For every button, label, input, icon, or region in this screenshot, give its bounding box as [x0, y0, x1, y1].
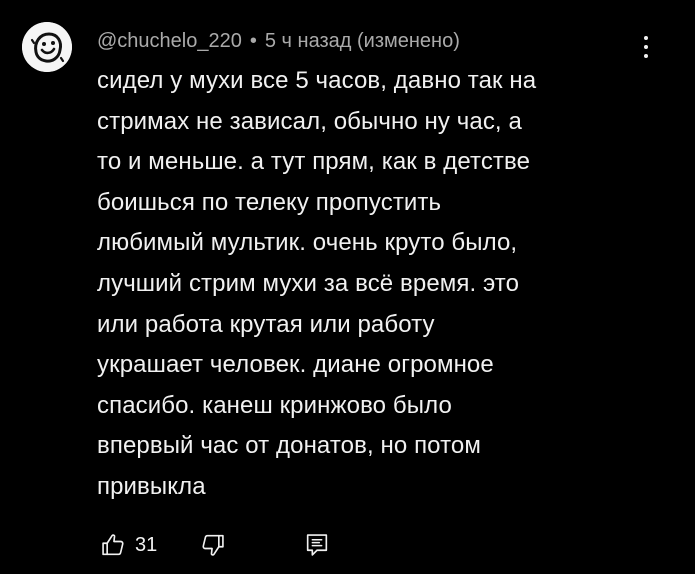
like-button[interactable]: 31 — [99, 531, 157, 559]
avatar[interactable] — [22, 22, 72, 72]
comment-text: сидел у мухи все 5 часов, давно так на с… — [97, 61, 657, 508]
comment-text-line: любимый мультик. очень круто было, — [97, 229, 518, 257]
comment: @chuchelo_220 • 5 ч назад (изменено) сидел… — [0, 0, 695, 574]
reply-comment-icon — [307, 534, 328, 556]
comment-text-line: привыкла — [97, 472, 206, 500]
dislike-button[interactable] — [199, 531, 227, 559]
more-vertical-icon-dot — [644, 45, 648, 49]
comment-text-line: стримах не зависал, обычно ну час, а — [97, 107, 522, 135]
more-vertical-icon-dot — [644, 54, 648, 58]
comment-text-line: лучший стрим мухи за всё время. это — [97, 269, 520, 297]
thumb-down-icon — [202, 534, 224, 556]
header-separator: • — [249, 30, 257, 52]
more-vertical-icon — [644, 36, 648, 40]
comment-text-line: впервый час от донатов, но потом — [97, 432, 481, 460]
author-name[interactable]: @chuchelo_220 — [97, 30, 242, 52]
more-options-button[interactable] — [632, 30, 660, 64]
thumb-up-icon — [102, 534, 124, 556]
comment-header: @chuchelo_220 • 5 ч назад (изменено) — [97, 28, 460, 54]
comment-text-line: то и меньше. а тут прям, как в детстве — [97, 148, 531, 176]
comment-timestamp[interactable]: 5 ч назад (изменено) — [265, 30, 460, 52]
comment-actions: 31 — [97, 528, 331, 562]
comment-text-line: спасибо. канеш кринжово было — [97, 391, 452, 419]
comment-text-line: боишься по телеку пропустить — [97, 188, 442, 216]
comment-text-line: украшает человек. диане огромное — [97, 351, 494, 379]
comment-text-line: или работа крутая или работу — [97, 310, 435, 338]
like-count: 31 — [135, 533, 158, 556]
comment-text-line: сидел у мухи все 5 часов, давно так на — [97, 67, 537, 94]
reply-button[interactable] — [303, 531, 331, 559]
smiley-face-icon — [22, 22, 72, 72]
